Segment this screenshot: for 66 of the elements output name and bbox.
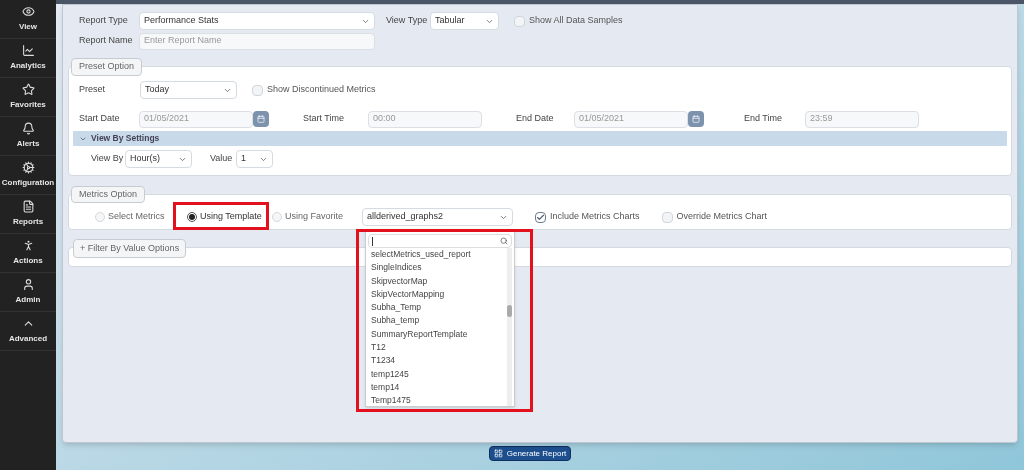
filter-options-button[interactable]: + Filter By Value Options (73, 239, 187, 258)
dropdown-option[interactable]: SingleIndices (371, 261, 507, 275)
dropdown-option[interactable]: T1234 (371, 354, 507, 368)
calendar-icon (692, 115, 700, 123)
field-label: View Type (386, 14, 429, 28)
calendar-button[interactable] (253, 111, 269, 127)
field-label: Preset (78, 83, 106, 97)
radio-button[interactable] (187, 212, 197, 222)
view-type-select[interactable]: Tabular (430, 12, 499, 30)
radio-label: Select Metrics (108, 210, 165, 224)
dropdown-option[interactable]: T12 (371, 341, 507, 355)
preset-option-legend[interactable]: Preset Option (71, 58, 143, 76)
star-icon (21, 83, 35, 96)
check-icon (536, 212, 545, 222)
dropdown-option[interactable]: SummaryReportTemplate (371, 327, 507, 342)
eye-icon (21, 5, 35, 18)
field-label: Start Date (78, 112, 121, 126)
gear-icon (21, 161, 35, 174)
report-type-select[interactable]: Performance Stats (139, 12, 375, 30)
field-label: Value (210, 152, 234, 166)
sidebar-item[interactable]: View (0, 0, 56, 39)
checkbox-label: Override Metrics Chart (676, 210, 768, 224)
sidebar-item[interactable]: Advanced (0, 312, 56, 351)
bell-icon (21, 122, 35, 135)
dropdown-option[interactable]: temp14 (371, 380, 507, 395)
field-label: End Time (744, 112, 784, 126)
sidebar-item[interactable]: Favorites (0, 78, 56, 117)
view-by-settings-bar[interactable]: View By Settings (73, 131, 1007, 146)
dropdown-option[interactable]: selectMetrics_used_report (371, 248, 507, 262)
dropdown-option[interactable]: Subha_temp (371, 314, 507, 328)
checkbox-label: Include Metrics Charts (550, 210, 640, 224)
sidebar-item[interactable]: Alerts (0, 117, 56, 156)
radio-label: Using Template (200, 210, 262, 224)
value-select[interactable]: 1 (236, 150, 273, 168)
checkbox[interactable] (535, 211, 546, 223)
dropdown-option[interactable]: Temp1475 (371, 394, 507, 406)
metrics-option-legend[interactable]: Metrics Option (71, 186, 146, 203)
document-icon (21, 200, 35, 213)
field-label: Report Type (78, 14, 129, 28)
search-icon (500, 237, 508, 245)
grid-icon (493, 449, 503, 458)
sidebar-item[interactable]: Analytics (0, 39, 56, 78)
dropdown-option[interactable]: temp1245 (371, 367, 507, 381)
preset-select[interactable]: Today (140, 81, 237, 99)
dropdown-option[interactable]: Subha_Temp (371, 301, 507, 315)
line-chart-icon (21, 44, 35, 57)
radio-label: Using Favorite (285, 210, 344, 224)
sidebar-item[interactable]: Admin (0, 273, 56, 312)
view-by-select[interactable]: Hour(s) (125, 150, 192, 168)
sidebar-item[interactable]: Configuration (0, 156, 56, 195)
dropdown-search-field[interactable] (368, 234, 512, 248)
user-icon (21, 278, 35, 291)
template-select[interactable]: allderived_graphs2 (362, 208, 513, 226)
field-label: End Date (516, 112, 555, 126)
field-label: Start Time (303, 112, 345, 126)
generate-report-button[interactable]: Generate Report (488, 446, 572, 461)
calendar-button[interactable] (688, 111, 704, 127)
checkbox-label: Show All Data Samples (529, 14, 623, 28)
sidebar-item[interactable]: Reports (0, 195, 56, 234)
checkbox-label: Show Discontinued Metrics (267, 83, 376, 97)
sidebar-item[interactable]: Actions (0, 234, 56, 273)
dropdown-option[interactable]: SkipvectorMap (371, 274, 507, 288)
field-label: View By (90, 152, 125, 166)
calendar-icon (257, 115, 265, 123)
dropdown-option[interactable]: SkipVectorMapping (371, 287, 507, 302)
field-label: Report Name (78, 34, 134, 48)
